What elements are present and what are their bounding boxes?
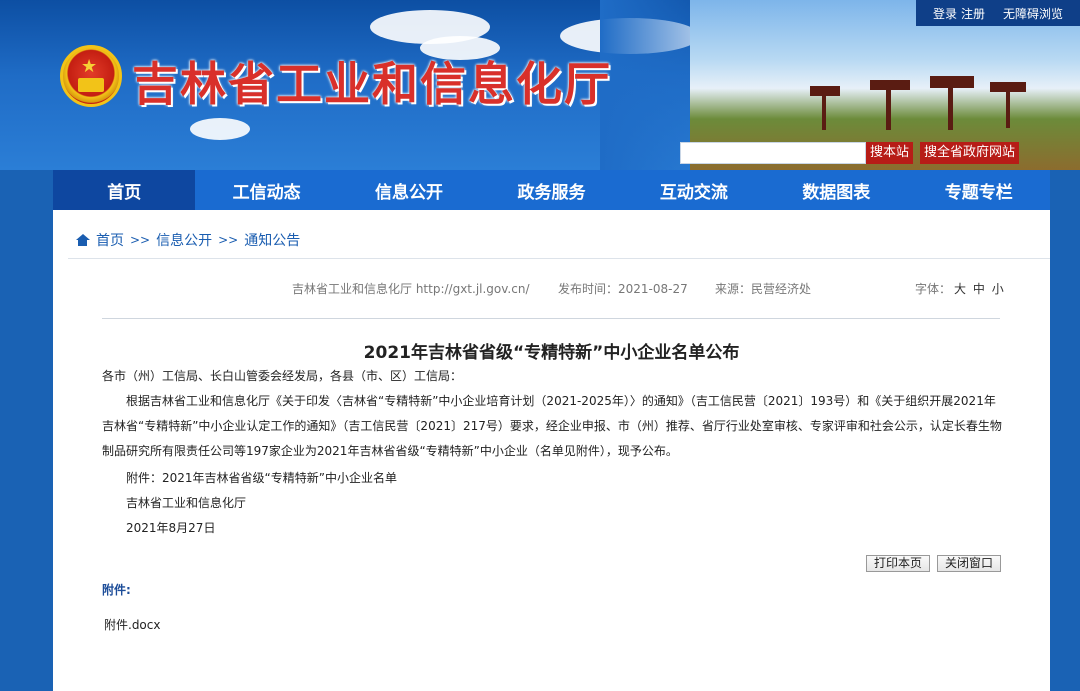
article-title: 2021年吉林省省级“专精特新”中小企业名单公布 bbox=[363, 343, 740, 363]
nav-item-topics[interactable]: 专题专栏 bbox=[908, 170, 1050, 210]
article-date: 2021年8月27日 bbox=[126, 521, 216, 535]
content-panel: 首页 >> 信息公开 >> 通知公告 吉林省工业和信息化厅 http://gxt… bbox=[53, 210, 1050, 691]
breadcrumb-info-public[interactable]: 信息公开 bbox=[156, 230, 212, 250]
article-origin: 来源：民营经济处 bbox=[715, 282, 812, 296]
article-signer: 吉林省工业和信息化厅 bbox=[126, 496, 247, 510]
article-body: 根据吉林省工业和信息化厅《关于印发〈吉林省“专精特新”中小企业培育计划（2021… bbox=[102, 394, 1002, 458]
font-size-medium[interactable]: 中 bbox=[973, 282, 985, 296]
top-links: 登录 注册 无障碍浏览 bbox=[916, 0, 1080, 26]
breadcrumb: 首页 >> 信息公开 >> 通知公告 bbox=[75, 228, 300, 252]
divider bbox=[68, 258, 1050, 259]
nav-item-news[interactable]: 工信动态 bbox=[195, 170, 337, 210]
breadcrumb-separator: >> bbox=[218, 233, 239, 247]
source-site: 吉林省工业和信息化厅 http://gxt.jl.gov.cn/ bbox=[292, 282, 530, 296]
attachment-file-link[interactable]: 附件.docx bbox=[104, 616, 160, 633]
home-icon bbox=[75, 233, 90, 247]
attachment-note: 附件：2021年吉林省省级“专精特新”中小企业名单 bbox=[126, 471, 397, 485]
national-emblem-icon: ★ bbox=[60, 45, 122, 107]
font-size-small[interactable]: 小 bbox=[992, 282, 1004, 296]
site-title: 吉林省工业和信息化厅 bbox=[132, 57, 612, 111]
site-banner: ★ 吉林省工业和信息化厅 登录 注册 无障碍浏览 搜本站 搜全省政府网站 bbox=[0, 0, 1080, 170]
nav-item-home[interactable]: 首页 bbox=[53, 170, 196, 210]
attachments-label: 附件: bbox=[102, 583, 131, 597]
font-size-label: 字体： bbox=[915, 282, 952, 296]
breadcrumb-notices[interactable]: 通知公告 bbox=[244, 230, 300, 250]
nav-item-interaction[interactable]: 互动交流 bbox=[623, 170, 765, 210]
login-link[interactable]: 登录 bbox=[933, 5, 957, 22]
font-size-control: 字体：大 中 小 bbox=[915, 280, 1004, 297]
close-window-button[interactable]: 关闭窗口 bbox=[937, 555, 1002, 572]
cloud-decoration bbox=[190, 118, 250, 140]
breadcrumb-home[interactable]: 首页 bbox=[96, 230, 124, 250]
search-all-gov-button[interactable]: 搜全省政府网站 bbox=[920, 142, 1020, 164]
divider bbox=[102, 318, 1000, 319]
search-input[interactable] bbox=[680, 142, 866, 164]
accessible-browse-link[interactable]: 无障碍浏览 bbox=[1003, 5, 1063, 22]
main-nav: 首页 工信动态 信息公开 政务服务 互动交流 数据图表 专题专栏 bbox=[53, 170, 1050, 210]
register-link[interactable]: 注册 bbox=[961, 5, 985, 22]
nav-item-gov-services[interactable]: 政务服务 bbox=[480, 170, 622, 210]
nav-item-data-charts[interactable]: 数据图表 bbox=[765, 170, 907, 210]
print-button[interactable]: 打印本页 bbox=[866, 555, 931, 572]
publish-time: 发布时间：2021-08-27 bbox=[558, 282, 688, 296]
font-size-large[interactable]: 大 bbox=[954, 282, 966, 296]
article-salutation: 各市（州）工信局、长白山管委会经发局，各县（市、区）工信局： bbox=[102, 369, 463, 383]
nav-item-info-public[interactable]: 信息公开 bbox=[338, 170, 480, 210]
breadcrumb-separator: >> bbox=[130, 233, 151, 247]
search-site-button[interactable]: 搜本站 bbox=[866, 142, 914, 164]
